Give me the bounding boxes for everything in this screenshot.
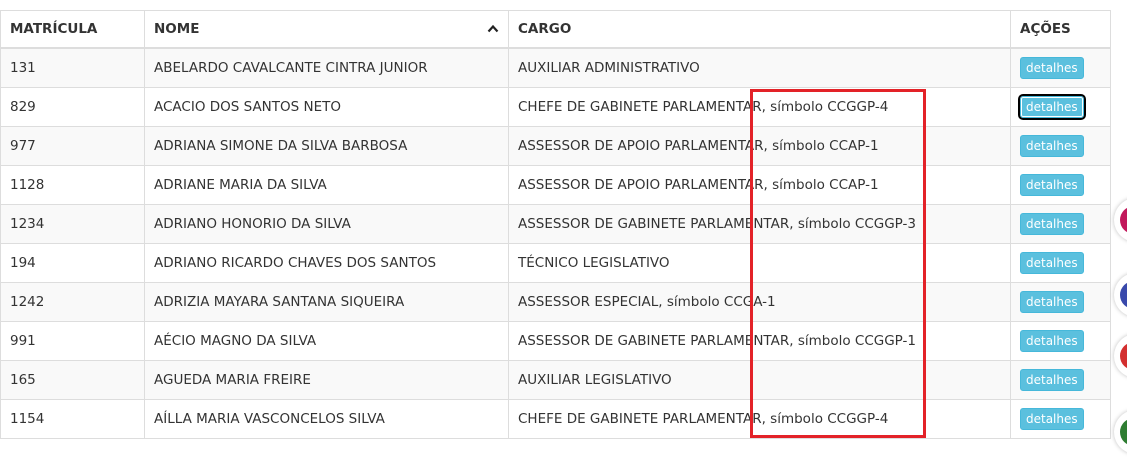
header-nome[interactable]: NOME [144, 10, 509, 49]
cell-nome: AGUEDA MARIA FREIRE [144, 360, 509, 400]
cell-cargo: ASSESSOR DE GABINETE PARLAMENTAR, símbol… [508, 204, 1011, 244]
cell-cargo: ASSESSOR DE GABINETE PARLAMENTAR, símbol… [508, 321, 1011, 361]
side-button-icon [1120, 418, 1127, 446]
detalhes-button[interactable]: detalhes [1020, 135, 1084, 157]
cell-acoes: detalhes [1010, 321, 1111, 361]
servidores-table: MATRÍCULA NOME CARGO AÇÕES 131 ABELARDO C… [0, 10, 1111, 439]
cell-acoes: detalhes [1010, 47, 1111, 88]
header-acoes: AÇÕES [1010, 10, 1111, 49]
cell-nome: AÍLLA MARIA VASCONCELOS SILVA [144, 399, 509, 439]
cell-matricula: 977 [0, 126, 145, 166]
table-row: 165 AGUEDA MARIA FREIRE AUXILIAR LEGISLATI… [0, 360, 1111, 400]
table-row: 1234 ADRIANO HONORIO DA SILVA ASSESSOR DE … [0, 204, 1111, 244]
table-body: 131 ABELARDO CAVALCANTE CINTRA JUNIOR AUXI… [0, 47, 1111, 439]
detalhes-button[interactable]: detalhes [1020, 213, 1084, 235]
table-row: 977 ADRIANA SIMONE DA SILVA BARBOSA ASSESS… [0, 126, 1111, 166]
cell-matricula: 131 [0, 47, 145, 88]
side-button-2[interactable] [1114, 273, 1127, 317]
side-button-icon [1120, 342, 1127, 370]
cell-acoes: detalhes [1010, 87, 1111, 127]
table-header-row: MATRÍCULA NOME CARGO AÇÕES [0, 10, 1111, 49]
cell-cargo: AUXILIAR LEGISLATIVO [508, 360, 1011, 400]
cell-acoes: detalhes [1010, 360, 1111, 400]
servidores-table-container: MATRÍCULA NOME CARGO AÇÕES 131 ABELARDO C… [0, 10, 1111, 439]
cell-acoes: detalhes [1010, 126, 1111, 166]
cell-matricula: 194 [0, 243, 145, 283]
cell-cargo: ASSESSOR ESPECIAL, símbolo CCGA-1 [508, 282, 1011, 322]
cell-matricula: 1242 [0, 282, 145, 322]
side-button-icon [1120, 206, 1127, 234]
detalhes-button[interactable]: detalhes [1018, 94, 1086, 120]
cell-nome: AÉCIO MAGNO DA SILVA [144, 321, 509, 361]
cell-cargo: TÉCNICO LEGISLATIVO [508, 243, 1011, 283]
cell-nome: ADRIZIA MAYARA SANTANA SIQUEIRA [144, 282, 509, 322]
table-row: 829 ACACIO DOS SANTOS NETO CHEFE DE GABINE… [0, 87, 1111, 127]
cell-nome: ADRIANE MARIA DA SILVA [144, 165, 509, 205]
cell-matricula: 1234 [0, 204, 145, 244]
cell-acoes: detalhes [1010, 243, 1111, 283]
cell-cargo: ASSESSOR DE APOIO PARLAMENTAR, símbolo C… [508, 126, 1011, 166]
cell-cargo: AUXILIAR ADMINISTRATIVO [508, 47, 1011, 88]
detalhes-button[interactable]: detalhes [1020, 252, 1084, 274]
detalhes-button[interactable]: detalhes [1020, 291, 1084, 313]
side-button-3[interactable] [1114, 334, 1127, 378]
table-row: 1154 AÍLLA MARIA VASCONCELOS SILVA CHEFE D… [0, 399, 1111, 439]
cell-matricula: 1154 [0, 399, 145, 439]
cell-acoes: detalhes [1010, 282, 1111, 322]
header-matricula[interactable]: MATRÍCULA [0, 10, 145, 49]
cell-matricula: 165 [0, 360, 145, 400]
cell-matricula: 991 [0, 321, 145, 361]
detalhes-button[interactable]: detalhes [1020, 174, 1084, 196]
table-row: 194 ADRIANO RICARDO CHAVES DOS SANTOS TÉCN… [0, 243, 1111, 283]
cell-nome: ABELARDO CAVALCANTE CINTRA JUNIOR [144, 47, 509, 88]
detalhes-button[interactable]: detalhes [1020, 57, 1084, 79]
cell-matricula: 1128 [0, 165, 145, 205]
cell-acoes: detalhes [1010, 165, 1111, 205]
detalhes-button[interactable]: detalhes [1020, 330, 1084, 352]
header-cargo[interactable]: CARGO [508, 10, 1011, 49]
side-button-icon [1120, 281, 1127, 309]
cell-nome: ADRIANO RICARDO CHAVES DOS SANTOS [144, 243, 509, 283]
cell-nome: ADRIANA SIMONE DA SILVA BARBOSA [144, 126, 509, 166]
detalhes-button[interactable]: detalhes [1020, 408, 1084, 430]
side-button-1[interactable] [1114, 198, 1127, 242]
cell-acoes: detalhes [1010, 204, 1111, 244]
table-row: 131 ABELARDO CAVALCANTE CINTRA JUNIOR AUXI… [0, 47, 1111, 88]
cell-nome: ACACIO DOS SANTOS NETO [144, 87, 509, 127]
chevron-up-icon[interactable] [487, 23, 499, 35]
cell-matricula: 829 [0, 87, 145, 127]
detalhes-button[interactable]: detalhes [1020, 369, 1084, 391]
cell-cargo: CHEFE DE GABINETE PARLAMENTAR, símbolo C… [508, 399, 1011, 439]
table-row: 991 AÉCIO MAGNO DA SILVA ASSESSOR DE GABIN… [0, 321, 1111, 361]
cell-cargo: ASSESSOR DE APOIO PARLAMENTAR, símbolo C… [508, 165, 1011, 205]
cell-acoes: detalhes [1010, 399, 1111, 439]
side-button-4[interactable] [1114, 410, 1127, 454]
table-row: 1128 ADRIANE MARIA DA SILVA ASSESSOR DE AP… [0, 165, 1111, 205]
table-row: 1242 ADRIZIA MAYARA SANTANA SIQUEIRA ASSES… [0, 282, 1111, 322]
cell-cargo: CHEFE DE GABINETE PARLAMENTAR, símbolo C… [508, 87, 1011, 127]
cell-nome: ADRIANO HONORIO DA SILVA [144, 204, 509, 244]
